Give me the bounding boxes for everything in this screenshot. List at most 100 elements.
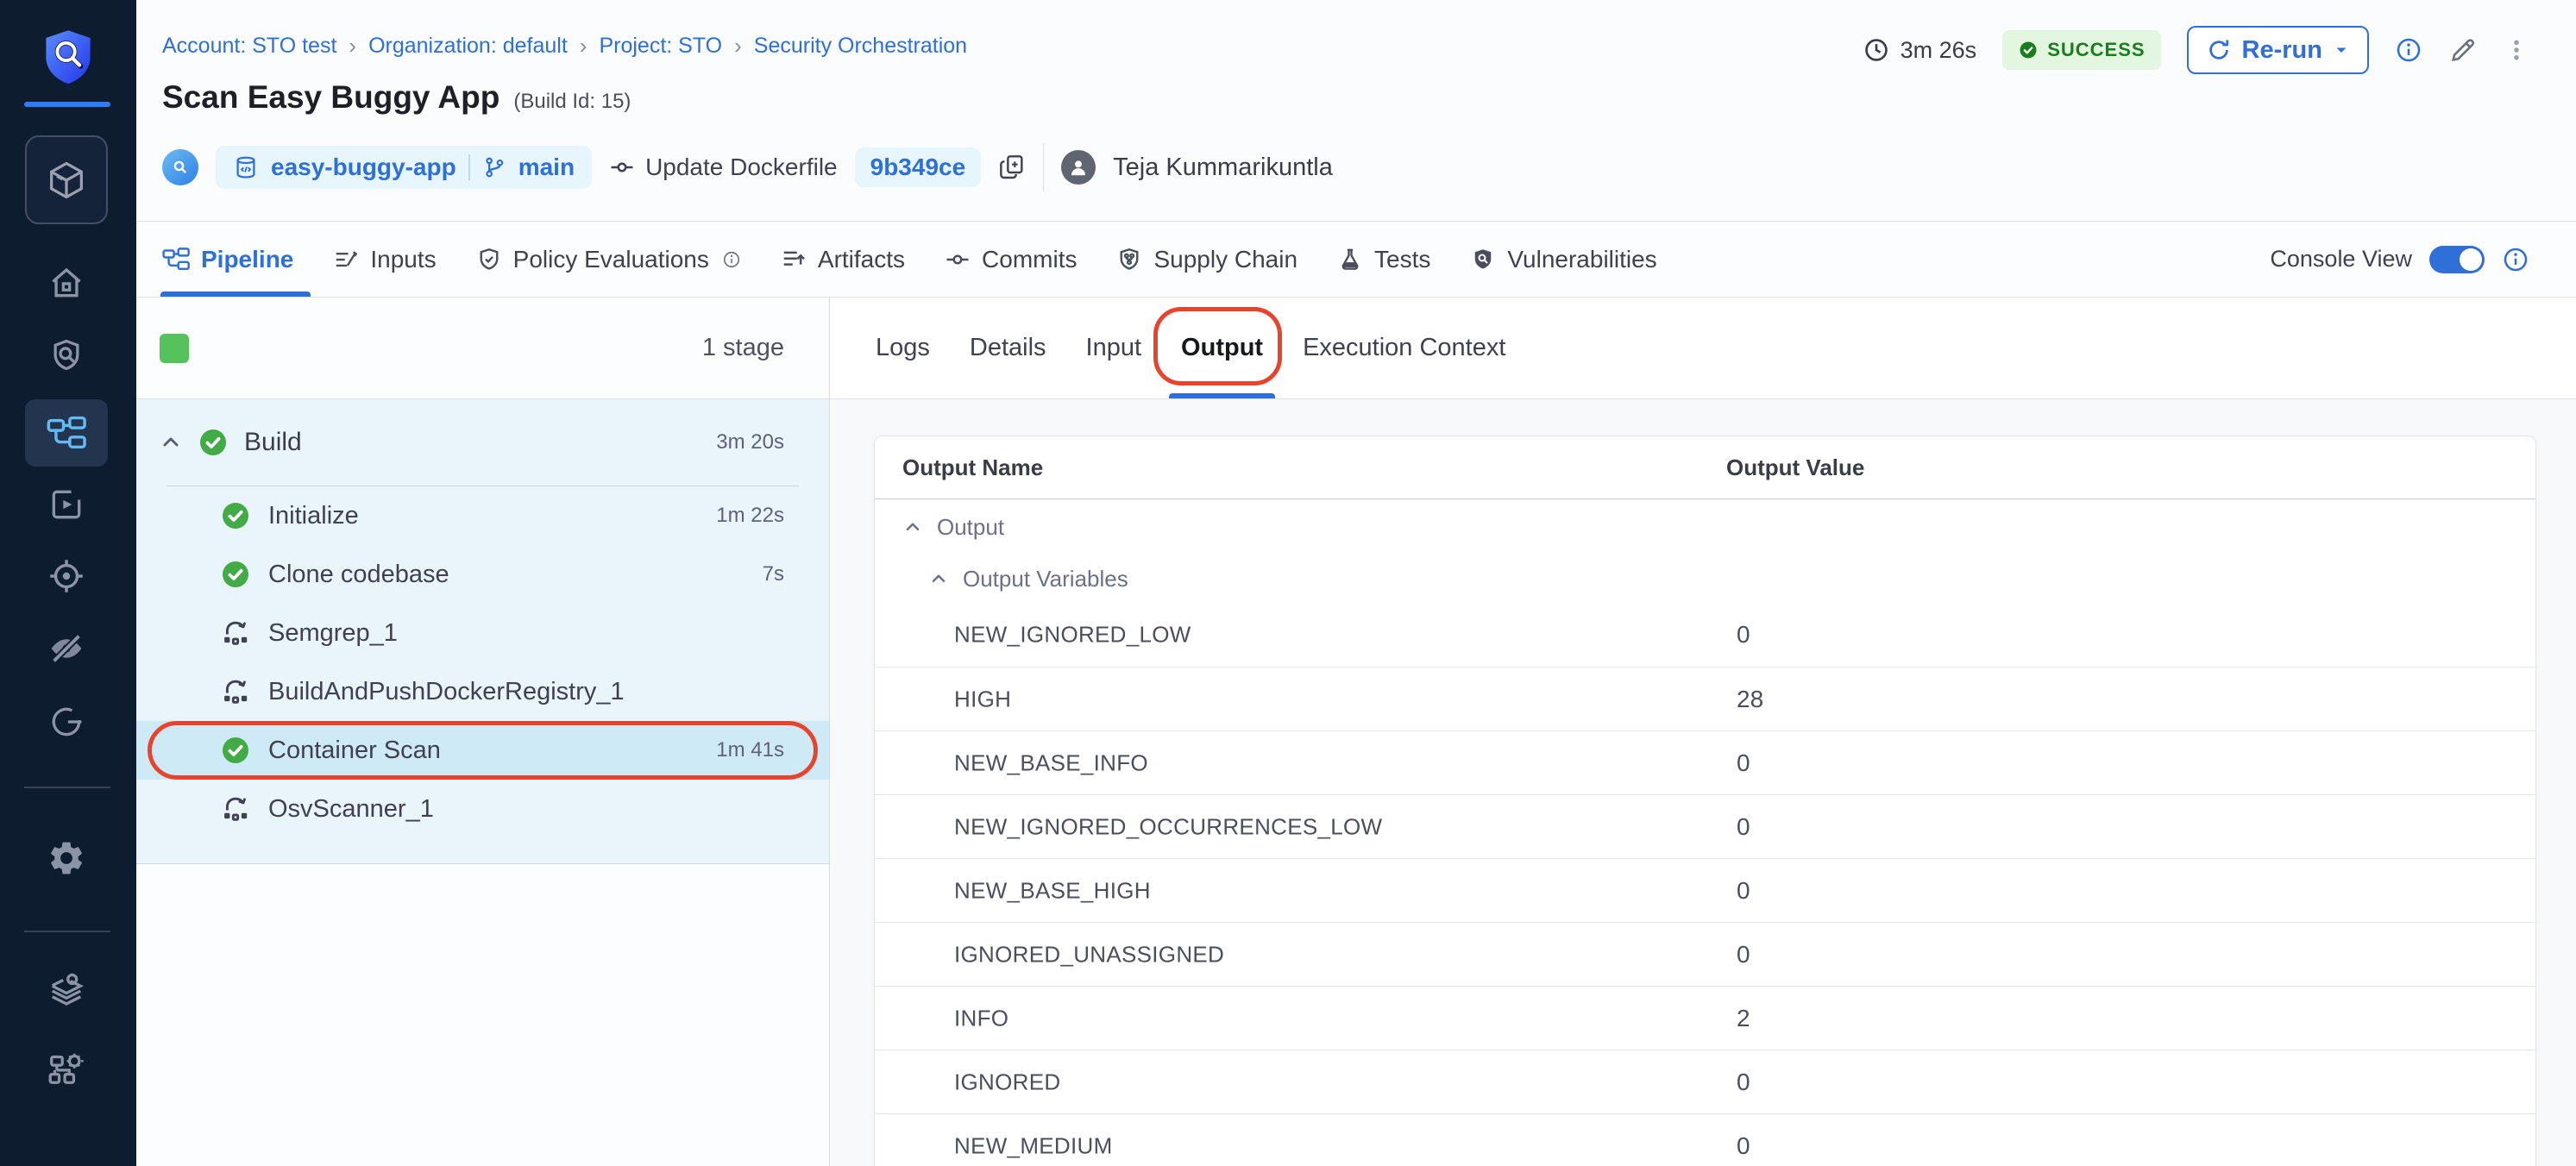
breadcrumb-module[interactable]: Security Orchestration <box>754 34 967 59</box>
tab-artifacts[interactable]: Artifacts <box>781 222 905 297</box>
branch-name[interactable]: main <box>518 154 575 181</box>
step-row-clone-codebase[interactable]: Clone codebase 7s <box>136 545 829 604</box>
stage-tree-header: 1 stage <box>136 298 829 399</box>
sidebar-item-settings[interactable] <box>25 827 108 889</box>
breadcrumb-separator: › <box>734 33 742 60</box>
edit-pencil-icon[interactable] <box>2448 35 2478 65</box>
step-duration: 7s <box>763 562 784 586</box>
console-view-cluster: Console View <box>2270 246 2576 273</box>
clock-icon <box>1863 36 1890 64</box>
step-row-container-scan[interactable]: Container Scan 1m 41s <box>136 721 829 780</box>
tab-label: Supply Chain <box>1153 246 1297 273</box>
sidebar-item-default-settings[interactable] <box>25 961 108 1023</box>
tab-logs[interactable]: Logs <box>876 298 930 398</box>
tab-input[interactable]: Input <box>1086 298 1142 398</box>
step-row-semgrep[interactable]: Semgrep_1 <box>136 604 829 662</box>
tab-vulnerabilities[interactable]: Vulnerabilities <box>1470 222 1656 297</box>
pipeline-icon <box>47 416 86 450</box>
output-name: INFO <box>954 1005 1008 1031</box>
step-row-initialize[interactable]: Initialize 1m 22s <box>136 486 829 545</box>
execution-main: 1 stage Build 3m 20s <box>136 298 2576 1166</box>
rerun-button[interactable]: Re-run <box>2187 26 2369 74</box>
tab-pipeline[interactable]: Pipeline <box>162 222 293 297</box>
sidebar-item-getting-started[interactable] <box>25 691 108 753</box>
commits-icon <box>945 247 971 273</box>
module-switcher-button[interactable] <box>25 135 108 224</box>
repo-name[interactable]: easy-buggy-app <box>271 154 456 181</box>
group-bottom-divider <box>136 863 829 864</box>
pipeline-tab-icon <box>162 248 190 271</box>
breadcrumb-organization[interactable]: Organization: default <box>368 34 568 59</box>
tab-info-icon <box>722 250 741 269</box>
stage-row-build[interactable]: Build 3m 20s <box>136 399 829 486</box>
output-value: 0 <box>1737 813 1750 841</box>
git-branch-icon <box>482 155 506 179</box>
logo-divider <box>24 102 110 107</box>
step-name: Container Scan <box>268 737 441 765</box>
collapse-chevron-icon[interactable] <box>160 431 182 454</box>
copy-icon[interactable] <box>998 154 1026 181</box>
inputs-icon <box>333 247 359 273</box>
home-icon <box>47 264 85 302</box>
commit-sha-pill[interactable]: 9b349ce <box>855 147 982 187</box>
sidebar-item-targets[interactable] <box>25 545 108 607</box>
app-window: Account: STO test › Organization: defaul… <box>0 0 2576 1166</box>
console-info-icon[interactable] <box>2502 246 2529 273</box>
tab-details[interactable]: Details <box>970 298 1046 398</box>
header-actions: 3m 26s SUCCESS Re-run <box>1863 26 2529 74</box>
output-name: NEW_IGNORED_OCCURRENCES_LOW <box>954 813 1382 840</box>
success-check-icon <box>220 735 251 766</box>
output-value: 28 <box>1737 686 1763 713</box>
sidebar-item-org-settings[interactable] <box>25 1036 108 1098</box>
collapse-chevron-icon <box>928 568 949 589</box>
table-row: HIGH 28 <box>875 667 2535 730</box>
breadcrumb: Account: STO test › Organization: defaul… <box>162 33 967 60</box>
sidebar-item-executions[interactable] <box>25 473 108 536</box>
success-check-icon <box>198 427 229 458</box>
tab-inputs[interactable]: Inputs <box>333 222 436 297</box>
tab-output[interactable]: Output <box>1181 298 1263 398</box>
group-row-output[interactable]: Output <box>875 499 2535 555</box>
sidebar-item-pipelines[interactable] <box>25 399 108 467</box>
info-icon[interactable] <box>2395 36 2422 64</box>
step-duration: 1m 41s <box>716 738 784 762</box>
success-check-icon <box>220 559 251 590</box>
tab-tests[interactable]: Tests <box>1337 222 1430 297</box>
step-name: Clone codebase <box>268 561 449 589</box>
output-value: 0 <box>1737 749 1750 777</box>
output-name: IGNORED_UNASSIGNED <box>954 941 1224 968</box>
execution-header: Account: STO test › Organization: defaul… <box>136 0 2576 222</box>
pill-divider <box>468 154 470 180</box>
commit-message-text[interactable]: Update Dockerfile <box>645 154 838 181</box>
kebab-menu-icon[interactable] <box>2504 37 2529 63</box>
group-row-output-variables[interactable]: Output Variables <box>875 555 2535 603</box>
step-duration: 1m 22s <box>716 504 784 528</box>
stage-group-build: Build 3m 20s Initialize 1m 22s <box>136 399 829 863</box>
table-row: NEW_BASE_HIGH 0 <box>875 858 2535 922</box>
tab-label: Inputs <box>370 246 436 273</box>
tab-execution-context[interactable]: Execution Context <box>1303 298 1505 398</box>
output-value: 0 <box>1737 1132 1750 1160</box>
sidebar-divider-bottom <box>24 931 110 932</box>
commit-message: Update Dockerfile <box>609 154 838 181</box>
tab-supply-chain[interactable]: Supply Chain <box>1116 222 1297 297</box>
sidebar-item-exemptions[interactable] <box>25 617 108 680</box>
step-row-build-and-push[interactable]: BuildAndPushDockerRegistry_1 <box>136 662 829 721</box>
page-title: Scan Easy Buggy App <box>162 79 499 116</box>
tab-commits[interactable]: Commits <box>945 222 1077 297</box>
tab-policy-evaluations[interactable]: Policy Evaluations <box>476 222 741 297</box>
executions-icon <box>47 486 85 523</box>
output-value: 0 <box>1737 621 1750 649</box>
output-name: IGNORED <box>954 1069 1060 1095</box>
tab-label: Tests <box>1374 246 1430 273</box>
execution-duration: 3m 26s <box>1863 36 1977 64</box>
console-view-toggle[interactable] <box>2429 246 2485 273</box>
build-id-label: (Build Id: 15) <box>513 90 631 114</box>
step-row-osv-scanner[interactable]: OsvScanner_1 <box>136 780 829 838</box>
author-avatar <box>1061 150 1096 185</box>
breadcrumb-account[interactable]: Account: STO test <box>162 34 336 59</box>
tab-label: Commits <box>982 246 1077 273</box>
breadcrumb-project[interactable]: Project: STO <box>599 34 722 59</box>
sidebar-item-home[interactable] <box>25 252 108 314</box>
sidebar-item-scans[interactable] <box>25 324 108 386</box>
